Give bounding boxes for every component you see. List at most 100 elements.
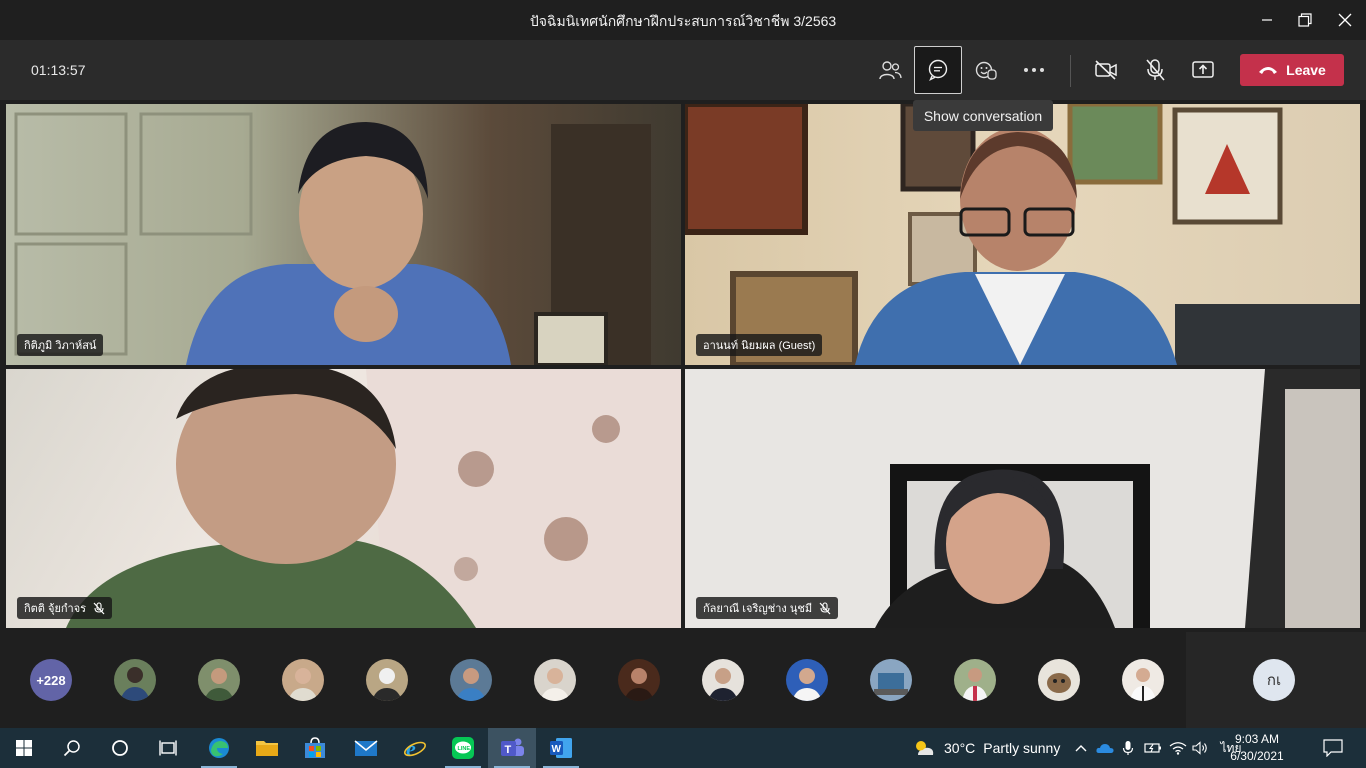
folder-icon <box>256 741 278 756</box>
task-view-button[interactable] <box>144 728 192 768</box>
svg-text:T: T <box>505 744 512 756</box>
my-avatar[interactable]: กเ <box>1253 659 1295 701</box>
raise-hand-button[interactable] <box>962 46 1010 94</box>
show-conversation-button[interactable] <box>914 46 962 94</box>
store-icon <box>305 737 325 758</box>
video-tile-4[interactable]: กัลยาณี เจริญช่าง นุชมี <box>685 369 1360 628</box>
wifi-icon <box>1169 742 1187 755</box>
participant-name-tag: กิตติ จุ้ยกำจร <box>17 597 113 619</box>
battery-charging-icon <box>1144 743 1161 753</box>
chat-icon <box>928 59 948 81</box>
participant-avatar[interactable] <box>702 659 744 701</box>
window-title: ปัจฉิมนิเทศนักศึกษาฝึกประสบการณ์วิชาชีพ … <box>529 13 837 29</box>
share-tray-icon <box>1192 61 1214 78</box>
video-tile-1[interactable]: กิติภูมิ วิภาห์สน์ <box>6 104 681 365</box>
weather-temperature: 30°C <box>944 740 976 756</box>
start-button[interactable] <box>0 728 48 768</box>
mic-off-icon <box>1146 59 1165 81</box>
taskbar-app-mail[interactable] <box>342 728 390 768</box>
leave-button[interactable]: Leave <box>1240 54 1344 86</box>
video-frame-4 <box>875 369 1360 628</box>
reactions-icon <box>975 61 997 80</box>
windows-logo-icon <box>16 740 32 756</box>
show-participants-button[interactable] <box>866 46 914 94</box>
self-view-panel: กเ <box>1186 632 1366 728</box>
minimize-icon <box>1262 19 1272 21</box>
speaker-icon <box>1192 741 1207 755</box>
people-icon <box>879 61 902 80</box>
internet-explorer-icon: e <box>404 736 426 760</box>
task-view-icon <box>159 740 177 756</box>
participant-name: อานนท์ นิยมผล (Guest) <box>703 340 816 352</box>
microphone-tray-button[interactable] <box>1118 728 1138 768</box>
clock-time: 9:03 AM <box>1234 732 1280 746</box>
partly-sunny-icon <box>916 741 934 755</box>
onedrive-icon <box>1096 744 1114 753</box>
weather-widget[interactable]: 30°C Partly sunny <box>912 728 1060 768</box>
participant-avatar[interactable] <box>450 659 492 701</box>
show-hidden-icons-button[interactable] <box>1071 728 1091 768</box>
participant-name-tag: อานนท์ นิยมผล (Guest) <box>696 334 823 356</box>
mic-muted-icon <box>93 601 105 614</box>
cortana-button[interactable] <box>96 728 144 768</box>
participant-avatar[interactable] <box>786 659 828 701</box>
svg-text:LINE: LINE <box>458 746 471 752</box>
more-participants-button[interactable]: +228 <box>30 659 72 701</box>
participant-avatar[interactable] <box>1122 659 1164 701</box>
network-tray-button[interactable] <box>1167 728 1189 768</box>
taskbar-app-teams[interactable]: T <box>488 728 536 768</box>
taskbar-app-line[interactable]: LINE <box>439 728 487 768</box>
camera-toggle-button[interactable] <box>1082 46 1130 94</box>
restore-icon <box>1298 13 1312 27</box>
participant-avatar[interactable] <box>366 659 408 701</box>
video-tile-2[interactable]: อานนท์ นิยมผล (Guest) <box>685 104 1360 365</box>
teams-icon: T <box>501 738 524 756</box>
line-app-icon: LINE <box>452 737 474 759</box>
participant-avatar[interactable] <box>1038 659 1080 701</box>
windows-taskbar: e LINE T W 30°C Partly sunny ไทย 9:03 AM… <box>0 728 1366 768</box>
call-timer: 01:13:57 <box>31 62 86 78</box>
share-screen-button[interactable] <box>1179 46 1227 94</box>
microphone-icon <box>1122 741 1134 755</box>
title-bar: ปัจฉิมนิเทศนักศึกษาฝึกประสบการณ์วิชาชีพ … <box>0 0 1366 40</box>
video-frame-3 <box>66 369 681 628</box>
participant-avatar[interactable] <box>870 659 912 701</box>
participant-avatar[interactable] <box>618 659 660 701</box>
notification-icon <box>1323 739 1343 757</box>
battery-tray-button[interactable] <box>1142 728 1164 768</box>
participant-name-tag: กัลยาณี เจริญช่าง นุชมี <box>696 597 839 619</box>
onedrive-tray-button[interactable] <box>1094 728 1116 768</box>
video-tile-3[interactable]: กิตติ จุ้ยกำจร <box>6 369 681 628</box>
taskbar-app-store[interactable] <box>291 728 339 768</box>
video-frame-2 <box>685 104 1360 365</box>
toolbar-divider <box>1070 55 1071 87</box>
chevron-up-icon <box>1075 745 1087 752</box>
call-toolbar: 01:13:57 Leave <box>0 40 1366 100</box>
more-actions-button[interactable] <box>1010 46 1058 94</box>
mail-icon <box>354 740 378 756</box>
participant-name-tag: กิติภูมิ วิภาห์สน์ <box>17 334 104 356</box>
taskbar-app-internet-explorer[interactable]: e <box>391 728 439 768</box>
participant-avatar[interactable] <box>282 659 324 701</box>
participant-avatar[interactable] <box>954 659 996 701</box>
word-icon: W <box>550 738 572 758</box>
taskbar-clock[interactable]: 9:03 AM 6/30/2021 <box>1224 731 1290 765</box>
notification-center-button[interactable] <box>1312 728 1354 768</box>
search-button[interactable] <box>48 728 96 768</box>
participant-name: กิตติ จุ้ยกำจร <box>24 603 87 615</box>
participant-avatar[interactable] <box>534 659 576 701</box>
volume-tray-button[interactable] <box>1190 728 1212 768</box>
edge-icon <box>209 738 229 758</box>
participant-avatar[interactable] <box>114 659 156 701</box>
mic-toggle-button[interactable] <box>1131 46 1179 94</box>
hang-up-icon <box>1259 67 1278 74</box>
participant-name: กิติภูมิ วิภาห์สน์ <box>24 340 97 352</box>
mic-muted-icon <box>819 601 831 614</box>
taskbar-app-edge[interactable] <box>195 728 243 768</box>
close-button[interactable] <box>1322 0 1366 40</box>
video-frame-1 <box>14 112 651 365</box>
taskbar-app-word[interactable]: W <box>537 728 585 768</box>
participant-name: กัลยาณี เจริญช่าง นุชมี <box>703 603 813 615</box>
taskbar-app-file-explorer[interactable] <box>243 728 291 768</box>
participant-avatar[interactable] <box>198 659 240 701</box>
